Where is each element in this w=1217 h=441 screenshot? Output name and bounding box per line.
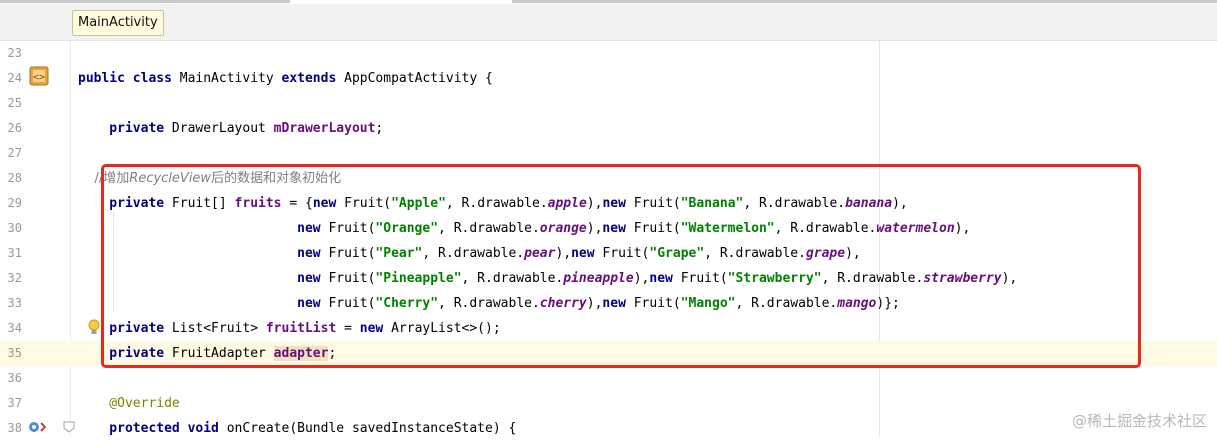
line-number: 28 xyxy=(7,171,22,185)
tab-strip-segment xyxy=(512,0,1217,3)
override-icon[interactable] xyxy=(28,419,50,435)
code-text: private DrawerLayout mDrawerLayout; xyxy=(78,116,383,141)
line-number: 24 xyxy=(7,71,22,85)
fold-icon[interactable] xyxy=(63,421,75,433)
code-token: onCreate(Bundle savedInstanceState) { xyxy=(226,421,517,436)
line-number: 34 xyxy=(7,321,22,335)
code-text: protected void onCreate(Bundle savedInst… xyxy=(78,416,516,441)
code-token: public class xyxy=(78,71,180,86)
code-token: private xyxy=(78,121,172,136)
intention-bulb-icon[interactable] xyxy=(87,319,101,337)
code-line[interactable]: 27 xyxy=(0,141,1217,166)
code-token: AppCompatActivity { xyxy=(344,71,493,86)
code-line[interactable]: 25 xyxy=(0,91,1217,116)
code-token: ; xyxy=(375,121,384,136)
line-number: 35 xyxy=(7,346,22,360)
code-line[interactable]: 37 @Override xyxy=(0,391,1217,416)
implementation-icon[interactable]: <> xyxy=(29,66,49,86)
svg-text:<>: <> xyxy=(33,72,45,83)
code-token: DrawerLayout xyxy=(171,121,274,136)
line-number: 30 xyxy=(7,221,22,235)
line-number: 23 xyxy=(7,46,22,60)
line-number: 29 xyxy=(7,196,22,210)
tab-strip-segment xyxy=(0,0,290,3)
line-number: 26 xyxy=(7,121,22,135)
code-line[interactable]: 38 protected void onCreate(Bundle savedI… xyxy=(0,416,1217,441)
line-number: 32 xyxy=(7,271,22,285)
code-text: public class MainActivity extends AppCom… xyxy=(78,66,493,91)
code-line[interactable]: 23 xyxy=(0,41,1217,66)
breadcrumb-mainactivity[interactable]: MainActivity xyxy=(72,10,164,36)
code-line[interactable]: 26 private DrawerLayout mDrawerLayout; xyxy=(0,116,1217,141)
code-line[interactable]: 24 public class MainActivity extends AppC… xyxy=(0,66,1217,91)
line-number: 27 xyxy=(7,146,22,160)
code-token: MainActivity xyxy=(179,71,282,86)
code-token: mDrawerLayout xyxy=(273,121,376,136)
line-number: 25 xyxy=(7,96,22,110)
line-number: 38 xyxy=(7,421,22,435)
code-token: extends xyxy=(281,71,345,86)
code-text: @Override xyxy=(78,391,180,416)
line-number: 31 xyxy=(7,246,22,260)
line-number: 37 xyxy=(7,396,22,410)
line-number: 33 xyxy=(7,296,22,310)
code-line[interactable]: 36 xyxy=(0,366,1217,391)
watermark: @稀土掘金技术社区 xyxy=(1071,412,1207,430)
code-token: @Override xyxy=(78,396,180,411)
code-token: protected void xyxy=(78,421,227,436)
highlight-annotation-box xyxy=(101,164,1141,368)
breadcrumb-bar: MainActivity xyxy=(0,4,1217,41)
line-number: 36 xyxy=(7,371,22,385)
